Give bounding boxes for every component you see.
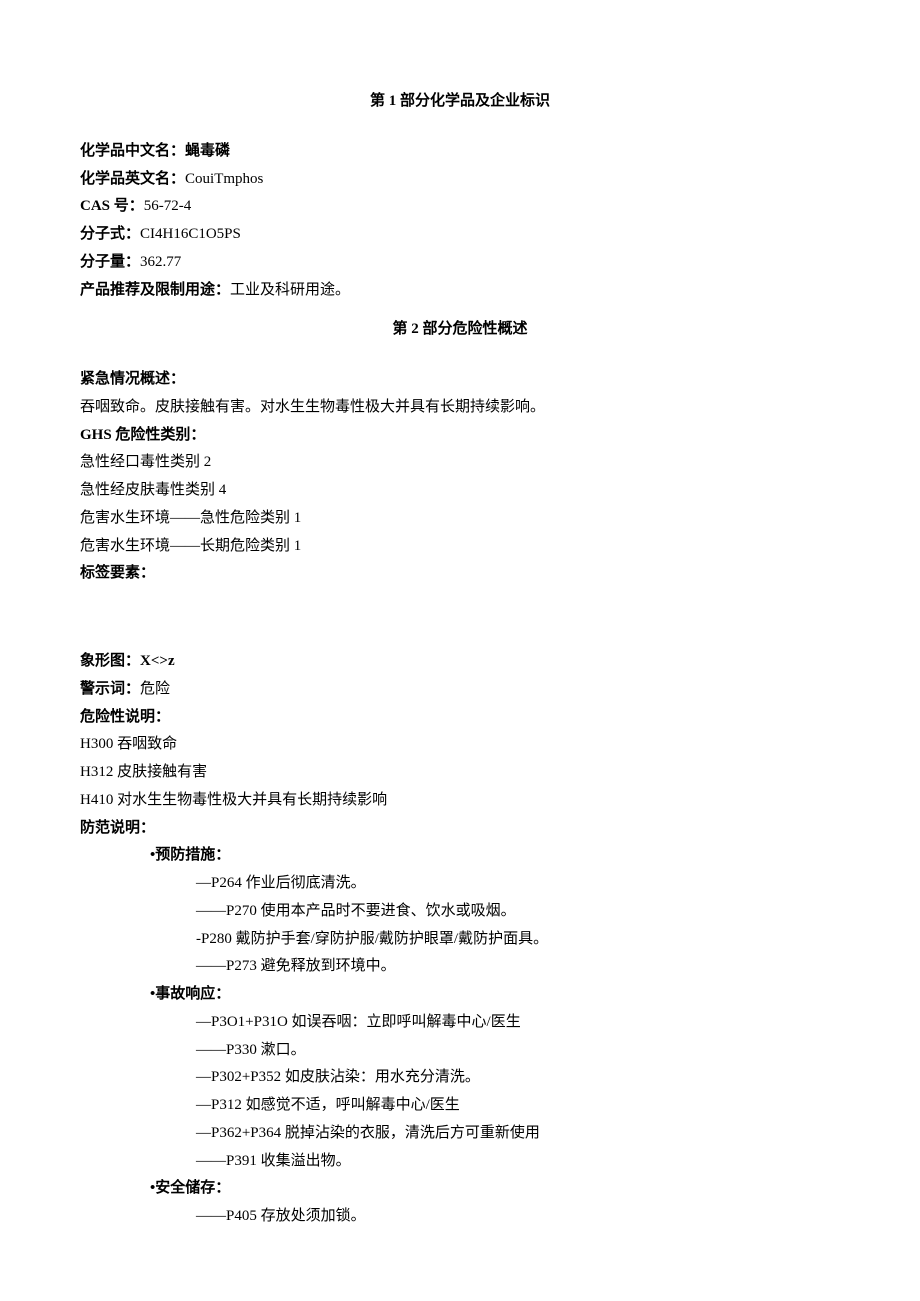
- ghs-item: 急性经口毒性类别 2: [80, 449, 840, 477]
- formula-value: CI4H16C1O5PS: [140, 226, 241, 242]
- hazard-item: H312 皮肤接触有害: [80, 759, 840, 787]
- name-en: 化学品英文名：CouiTmphos: [80, 166, 840, 194]
- hazard-item: H410 对水生生物毒性极大并具有长期持续影响: [80, 787, 840, 815]
- storage-label: •安全储存：: [80, 1175, 840, 1203]
- name-cn-label: 化学品中文名：: [80, 143, 185, 159]
- signal-label: 警示词：: [80, 681, 140, 697]
- hazard-item: H300 吞咽致命: [80, 731, 840, 759]
- prevention-item: ——P270 使用本产品时不要进食、饮水或吸烟。: [80, 898, 840, 926]
- use-value: 工业及科研用途。: [230, 282, 350, 298]
- cas-value: 56-72-4: [144, 198, 192, 214]
- prevention-item: —P264 作业后彻底清洗。: [80, 870, 840, 898]
- emergency-label: 紧急情况概述：: [80, 366, 840, 394]
- name-cn: 化学品中文名：蝇毒磷: [80, 138, 840, 166]
- section-1-fields: 化学品中文名：蝇毒磷 化学品英文名：CouiTmphos CAS 号：56-72…: [80, 138, 840, 305]
- use-label: 产品推荐及限制用途：: [80, 282, 230, 298]
- emergency-value: 吞咽致命。皮肤接触有害。对水生生物毒性极大并具有长期持续影响。: [80, 394, 840, 422]
- name-cn-value: 蝇毒磷: [185, 143, 230, 159]
- label-elements: 标签要素：: [80, 560, 840, 588]
- response-label: •事故响应：: [80, 981, 840, 1009]
- mw-value: 362.77: [140, 254, 181, 270]
- blank-gap: [80, 588, 840, 648]
- cas: CAS 号：56-72-4: [80, 193, 840, 221]
- response-item: —P312 如感觉不适，呼叫解毒中心/医生: [80, 1092, 840, 1120]
- prevention-label: •预防措施：: [80, 842, 840, 870]
- pictogram-label: 象形图：: [80, 653, 140, 669]
- section-2-title: 第 2 部分危险性概述: [80, 316, 840, 344]
- response-item: ——P391 收集溢出物。: [80, 1148, 840, 1176]
- hazard-label: 危险性说明：: [80, 704, 840, 732]
- ghs-label: GHS 危险性类别：: [80, 422, 840, 450]
- response-item: —P3O1+P31O 如误吞咽：立即呼叫解毒中心/医生: [80, 1009, 840, 1037]
- signal: 警示词：危险: [80, 676, 840, 704]
- cas-label: CAS 号：: [80, 198, 144, 214]
- response-item: —P362+P364 脱掉沾染的衣服，清洗后方可重新使用: [80, 1120, 840, 1148]
- use: 产品推荐及限制用途：工业及科研用途。: [80, 277, 840, 305]
- section-1-title: 第 1 部分化学品及企业标识: [80, 88, 840, 116]
- precaution-label: 防范说明：: [80, 815, 840, 843]
- ghs-item: 危害水生环境——长期危险类别 1: [80, 533, 840, 561]
- response-item: —P302+P352 如皮肤沾染：用水充分清洗。: [80, 1064, 840, 1092]
- ghs-item: 危害水生环境——急性危险类别 1: [80, 505, 840, 533]
- signal-value: 危险: [140, 681, 170, 697]
- formula: 分子式：CI4H16C1O5PS: [80, 221, 840, 249]
- pictogram-value: X<>z: [140, 653, 175, 669]
- name-en-value: CouiTmphos: [185, 171, 263, 187]
- mw-label: 分子量：: [80, 254, 140, 270]
- formula-label: 分子式：: [80, 226, 140, 242]
- response-item: ——P330 漱口。: [80, 1037, 840, 1065]
- pictogram: 象形图：X<>z: [80, 648, 840, 676]
- ghs-item: 急性经皮肤毒性类别 4: [80, 477, 840, 505]
- storage-item: ——P405 存放处须加锁。: [80, 1203, 840, 1231]
- prevention-item: -P280 戴防护手套/穿防护服/戴防护眼罩/戴防护面具。: [80, 926, 840, 954]
- mw: 分子量：362.77: [80, 249, 840, 277]
- name-en-label: 化学品英文名：: [80, 171, 185, 187]
- prevention-item: ——P273 避免释放到环境中。: [80, 953, 840, 981]
